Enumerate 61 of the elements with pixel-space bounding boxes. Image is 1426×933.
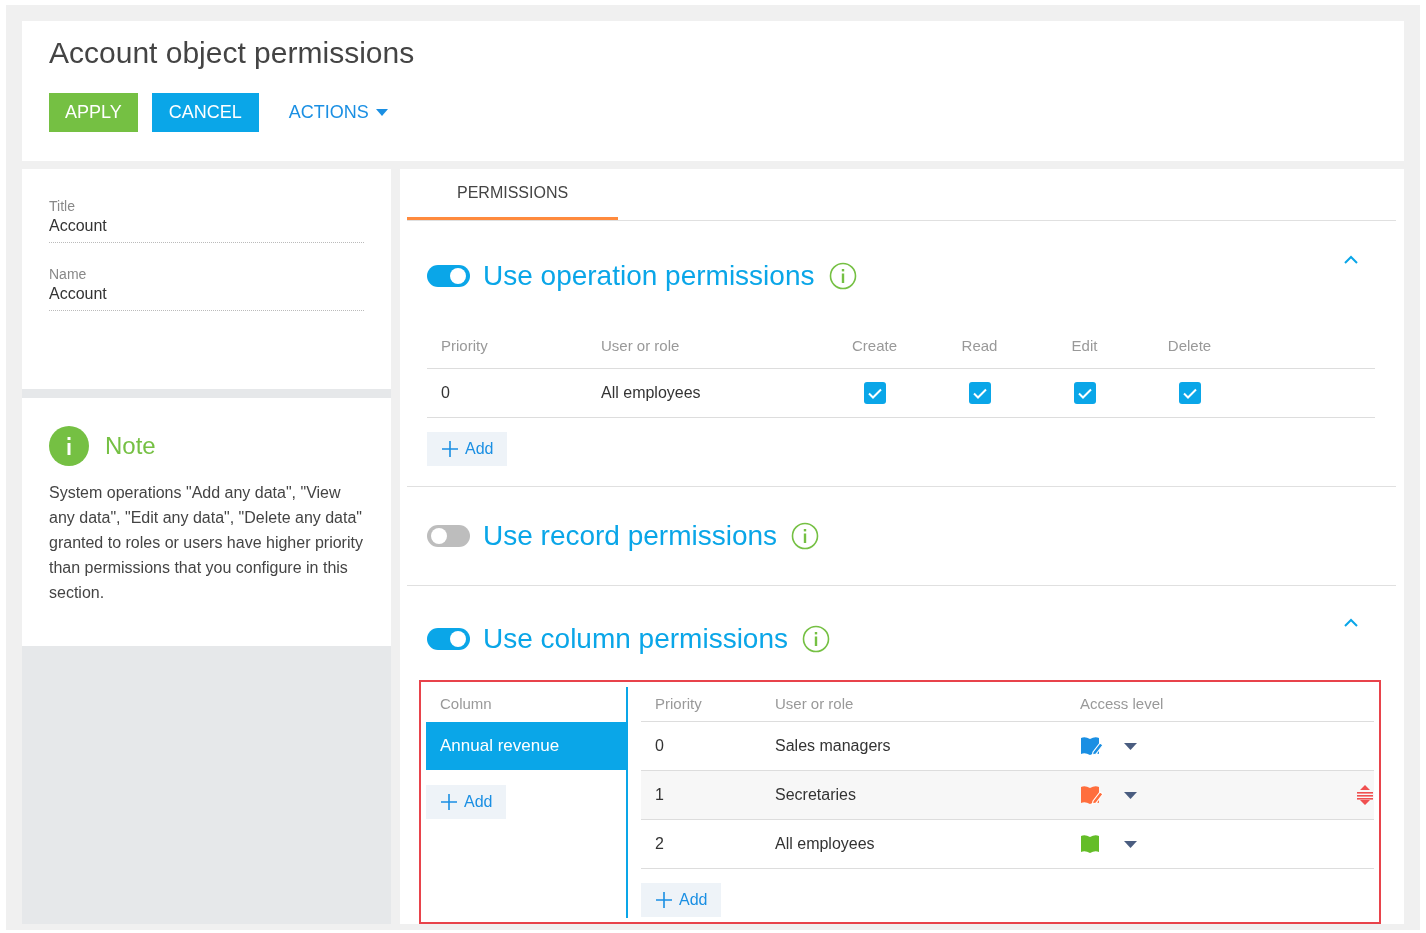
toggle-switch[interactable] xyxy=(427,628,470,650)
permissions-tab[interactable]: PERMISSIONS xyxy=(407,181,619,220)
checkmark-icon xyxy=(1077,387,1092,399)
dropdown-caret-icon[interactable] xyxy=(1124,742,1137,750)
dropdown-caret-icon[interactable] xyxy=(1124,840,1137,848)
note-title: Note xyxy=(105,431,156,461)
column-header: Column xyxy=(440,694,492,715)
actions-menu-button[interactable]: ACTIONS xyxy=(272,93,404,132)
apply-button[interactable]: APPLY xyxy=(49,93,138,132)
checkbox[interactable] xyxy=(863,382,886,404)
column-header: Edit xyxy=(1071,336,1098,357)
checkbox[interactable] xyxy=(1073,382,1096,404)
checkmark-icon xyxy=(1182,387,1197,399)
column-header: Access level xyxy=(1080,693,1164,714)
add-button[interactable]: Add xyxy=(641,883,722,917)
field-label: Title xyxy=(49,197,76,215)
table-cell-text: Secretaries xyxy=(775,785,856,805)
field-value: Account xyxy=(49,215,364,243)
column-header: User or role xyxy=(601,336,680,357)
toggle-switch[interactable] xyxy=(427,525,470,547)
table-cell-text: 0 xyxy=(441,383,450,403)
section-title: Use column permissions xyxy=(483,622,788,656)
table-cell-text: All employees xyxy=(775,834,875,854)
column-header: Create xyxy=(852,336,897,357)
collapse-icon[interactable] xyxy=(1344,618,1358,627)
table-cell-text: 1 xyxy=(655,785,664,805)
checkmark-icon xyxy=(972,387,987,399)
plus-icon xyxy=(655,891,673,909)
toggle-switch[interactable] xyxy=(427,265,470,287)
checkbox[interactable] xyxy=(968,382,991,404)
info-icon[interactable] xyxy=(828,262,857,290)
column-header: Priority xyxy=(655,693,702,714)
note-text: System operations "Add any data", "View any data", "Edit any data", "Delete any data" granted to roles or users have higher priority than permissions that you configure in this section. xyxy=(49,483,364,603)
section-title: Use operation permissions xyxy=(483,259,815,293)
cancel-button[interactable]: CANCEL xyxy=(151,93,259,132)
page-title: Account object permissions xyxy=(49,35,416,71)
checkmark-icon xyxy=(867,387,882,399)
add-button[interactable]: Add xyxy=(427,432,508,466)
table-cell-text: Sales managers xyxy=(775,736,891,756)
table-cell-text: 0 xyxy=(655,736,664,756)
reorder-icon[interactable] xyxy=(1356,785,1374,805)
column-header: User or role xyxy=(775,693,854,714)
add-button[interactable]: Add xyxy=(426,785,507,819)
field-value: Account xyxy=(49,283,364,311)
field-label: Name xyxy=(49,265,88,283)
column-header: Delete xyxy=(1167,336,1212,357)
column-header: Read xyxy=(961,336,998,357)
table-cell-text: 2 xyxy=(655,834,664,854)
plus-icon xyxy=(440,793,458,811)
table-cell-text: All employees xyxy=(601,383,701,403)
dropdown-caret-icon[interactable] xyxy=(1124,791,1137,799)
info-icon[interactable] xyxy=(791,522,820,550)
column-list-item[interactable]: Annual revenue xyxy=(426,722,626,770)
collapse-icon[interactable] xyxy=(1344,255,1358,264)
caret-icon xyxy=(375,109,388,116)
plus-icon xyxy=(441,440,459,458)
checkbox[interactable] xyxy=(1178,382,1201,404)
column-header: Priority xyxy=(441,336,488,357)
section-title: Use record permissions xyxy=(483,519,778,553)
info-icon[interactable] xyxy=(802,625,830,653)
info-icon xyxy=(49,426,89,466)
